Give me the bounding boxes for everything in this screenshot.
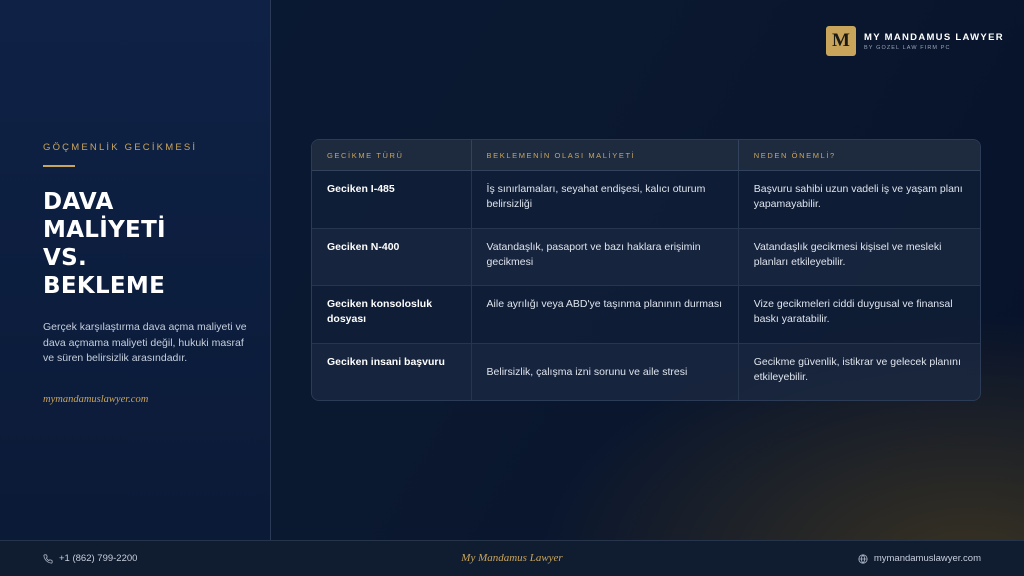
column-header-delay-type: GECİKME TÜRÜ xyxy=(312,140,472,170)
footer-website[interactable]: mymandamuslawyer.com xyxy=(858,553,981,564)
brand-logo[interactable]: M MY MANDAMUS LAWYER BY GOZEL LAW FIRM P… xyxy=(826,25,1004,57)
why-cell: Gecikme güvenlik, istikrar ve gelecek pl… xyxy=(753,355,961,383)
section-eyebrow: GÖÇMENLİK GECİKMESİ xyxy=(43,142,198,153)
title-line: VS. xyxy=(43,245,88,271)
cost-cell: Vatandaşlık, pasaport ve bazı haklara er… xyxy=(472,228,739,285)
logo-mark: M xyxy=(826,26,856,56)
accent-divider xyxy=(43,165,75,167)
table-row: Geciken insani başvuru Belirsizlik, çalı… xyxy=(312,343,980,400)
description-text: Gerçek karşılaştırma dava açma maliyeti … xyxy=(43,321,247,364)
brand-text: MY MANDAMUS LAWYER BY GOZEL LAW FIRM PC xyxy=(864,32,1004,51)
left-panel: GÖÇMENLİK GECİKMESİ DAVA MALİYETİ VS. BE… xyxy=(0,0,271,540)
comparison-table: GECİKME TÜRÜ BEKLEMENİN OLASI MALİYETİ N… xyxy=(311,139,981,401)
brand-subtitle: BY GOZEL LAW FIRM PC xyxy=(864,44,951,51)
column-header-cost: BEKLEMENİN OLASI MALİYETİ xyxy=(472,140,739,170)
why-cell: Başvuru sahibi uzun vadeli iş ve yaşam p… xyxy=(753,183,963,210)
cost-cell: İş sınırlamaları, seyahat endişesi, kalı… xyxy=(472,171,739,228)
website-link[interactable]: mymandamuslawyer.com xyxy=(43,394,148,405)
title-line: DAVA xyxy=(43,189,114,215)
title-line: MALİYETİ xyxy=(43,217,166,243)
delay-type-cell: Geciken konsolosluk dosyası xyxy=(312,286,472,343)
column-header-why: NEDEN ÖNEMLİ? xyxy=(753,150,836,160)
table-header-row: GECİKME TÜRÜ BEKLEMENİN OLASI MALİYETİ N… xyxy=(312,140,980,171)
globe-icon xyxy=(858,553,868,564)
cost-cell: Aile ayrılığı veya ABD'ye taşınma planın… xyxy=(472,286,739,343)
table-row: Geciken I-485 İş sınırlamaları, seyahat … xyxy=(312,171,980,229)
delay-type-cell: Geciken I-485 xyxy=(312,171,472,228)
table-row: Geciken konsolosluk dosyası Aile ayrılığ… xyxy=(312,286,980,344)
why-cell: Vatandaşlık gecikmesi kişisel ve mesleki… xyxy=(753,240,942,268)
title-line: BEKLEME xyxy=(43,273,166,299)
brand-name: MY MANDAMUS LAWYER xyxy=(864,31,1004,43)
delay-type-cell: Geciken N-400 xyxy=(312,228,472,285)
page-title: DAVA MALİYETİ VS. BEKLEME xyxy=(43,188,243,300)
footer-bar: +1 (862) 799-2200 My Mandamus Lawyer mym… xyxy=(0,540,1024,576)
cost-cell: Belirsizlik, çalışma izni sorunu ve aile… xyxy=(472,343,739,400)
table-row: Geciken N-400 Vatandaşlık, pasaport ve b… xyxy=(312,228,980,286)
delay-type-cell: Geciken insani başvuru xyxy=(312,343,472,400)
website-text: mymandamuslawyer.com xyxy=(873,553,981,564)
why-cell: Vize gecikmeleri ciddi duygusal ve finan… xyxy=(753,298,953,325)
